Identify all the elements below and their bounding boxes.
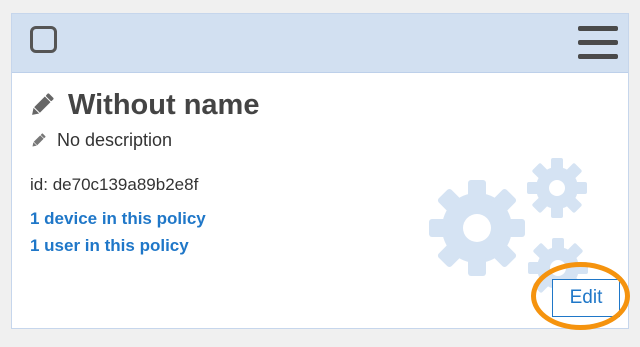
- devices-in-policy-link[interactable]: 1 device in this policy: [30, 209, 206, 229]
- users-in-policy-link[interactable]: 1 user in this policy: [30, 236, 189, 256]
- edit-button[interactable]: Edit: [552, 279, 620, 317]
- menu-bar: [578, 40, 618, 45]
- select-checkbox[interactable]: [30, 26, 57, 53]
- policy-id-value: de70c139a89b2e8f: [52, 175, 199, 194]
- policy-description: No description: [57, 130, 173, 150]
- policy-id: id: de70c139a89b2e8f: [30, 175, 198, 195]
- menu-bar: [578, 26, 618, 31]
- policy-name: Without name: [68, 89, 260, 121]
- hamburger-menu-icon[interactable]: [578, 26, 618, 59]
- policy-id-label: id:: [30, 175, 48, 194]
- pencil-icon[interactable]: [28, 91, 56, 119]
- card-header: [12, 14, 628, 73]
- description-row: No description: [30, 130, 172, 151]
- menu-bar: [578, 54, 618, 59]
- title-row: Without name: [28, 88, 259, 122]
- pencil-icon[interactable]: [30, 132, 47, 149]
- policy-card: Without name No description id: de70c139…: [11, 13, 629, 329]
